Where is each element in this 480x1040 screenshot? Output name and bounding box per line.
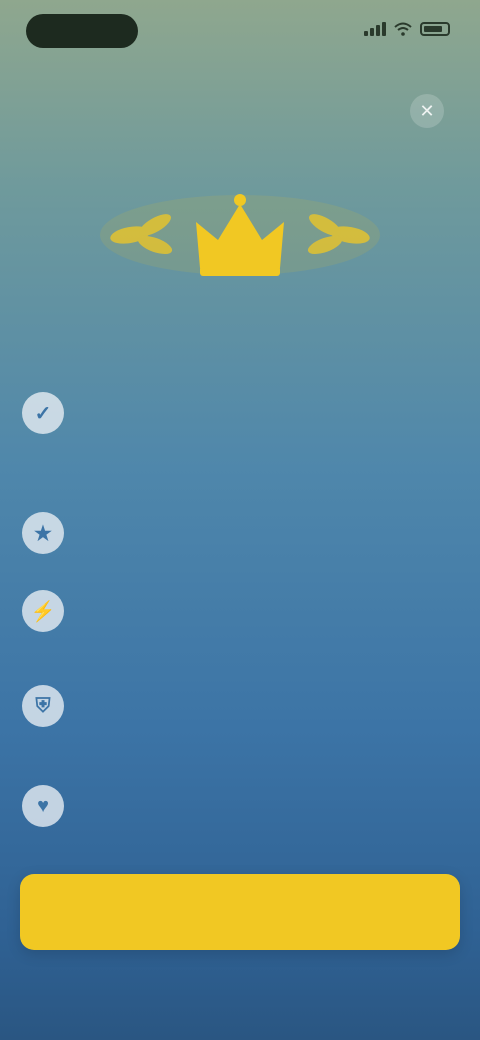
check-icon: ✓ bbox=[22, 392, 64, 434]
heart-icon: ♥ bbox=[22, 785, 64, 827]
status-icons bbox=[364, 22, 450, 36]
bolt-icon: ⚡ bbox=[22, 590, 64, 632]
signal-icon bbox=[364, 22, 386, 36]
crown-laurel-icon bbox=[100, 194, 380, 276]
status-time bbox=[26, 14, 138, 48]
star-icon: ★ bbox=[22, 512, 64, 554]
status-bar bbox=[0, 0, 480, 60]
continue-button[interactable] bbox=[20, 874, 460, 950]
shield-icon: ⛨ bbox=[22, 685, 64, 727]
close-icon: ✕ bbox=[419, 100, 435, 121]
wifi-icon bbox=[394, 22, 412, 36]
close-button[interactable]: ✕ bbox=[410, 94, 444, 128]
battery-icon bbox=[420, 22, 450, 36]
